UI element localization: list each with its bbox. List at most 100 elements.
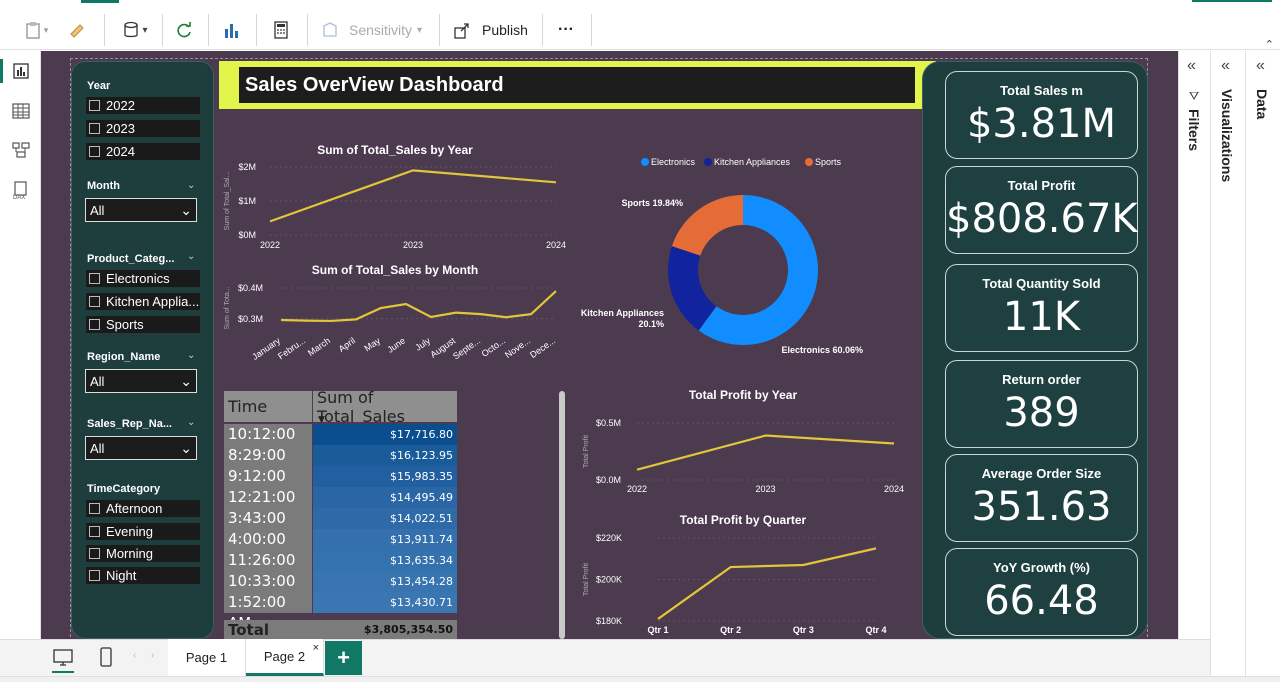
table-row[interactable]: 1:52:00 AM$13,430.71 [224,592,457,632]
x-tick-label: Qtr 3 [793,625,814,635]
kpi-card-value: 389 [1003,390,1080,436]
table-row[interactable]: 4:00:00 PM$13,911.74 [224,529,457,569]
sales-cell: $16,123.95 [313,445,457,466]
data-label: 20.1% [638,319,664,329]
table-row[interactable]: 10:12:00 AM$17,716.80 [224,424,457,464]
column-header-sales[interactable]: Sum of Total_Sales [313,388,457,426]
desktop-layout-icon[interactable] [52,648,74,668]
visualizations-pane[interactable]: « Visualizations [1210,51,1245,681]
kpi-card-title: Total Quantity Sold [982,276,1101,291]
sales-cell: $15,983.35 [313,466,457,487]
y-axis-label: Total Profit [583,435,590,468]
y-tick-label: $180K [596,616,622,626]
x-tick-label: 2024 [546,240,566,250]
filters-pane[interactable]: « ⛛ Filters [1178,51,1210,639]
total-label: Total [228,621,269,639]
x-tick-label: Qtr 2 [720,625,741,635]
y-tick-label: $0.4M [238,283,263,293]
header-label: Sum of Total_Sales [317,387,405,426]
kpi-card-title: Average Order Size [981,466,1102,481]
collapse-filters-icon[interactable]: « [1187,57,1196,75]
sales-by-time-table[interactable]: Time Sum of Total_Sales ▼ 10:12:00 AM$17… [224,388,457,639]
x-tick-label: 2023 [403,240,423,250]
kpi-card-title: Total Sales m [1000,83,1083,98]
series-line [280,290,557,323]
sales-by-year-chart[interactable]: Sum of Total_Sales by Year $0M $1M $2M Sum o… [224,143,566,250]
table-total-row: Total $3,805,354.50 [224,620,457,639]
table-row[interactable]: 10:33:00 PM$13,454.28 [224,571,457,611]
table-scrollbar[interactable] [559,391,565,639]
data-label: Sports 19.84% [621,198,683,208]
profit-by-quarter-chart[interactable]: Total Profit by Quarter $180K $200K $220K To… [583,513,887,635]
table-row[interactable]: 12:21:00 PM$14,495.49 [224,487,457,527]
legend-label: Sports [815,157,842,167]
y-axis-label: Sum of Tota... [224,286,231,329]
x-tick-label: 2022 [627,484,647,494]
time-cell: 12:21:00 PM [224,487,312,527]
active-layout-indicator [52,671,74,673]
kpi-card[interactable]: Total Profit $808.67K [945,166,1138,254]
y-axis-label: Total Profit [583,563,590,596]
prev-page-icon[interactable]: ‹ [133,650,136,661]
kpi-card-value: $3.81M [966,101,1117,147]
sales-by-month-chart[interactable]: Sum of Total_Sales by Month $0.3M $0.4M Sum… [224,263,557,362]
collapse-visualizations-icon[interactable]: « [1221,57,1230,75]
table-row[interactable]: 9:12:00 PM$15,983.35 [224,466,457,506]
legend-marker [704,158,712,166]
next-page-icon[interactable]: › [151,650,154,661]
mobile-layout-icon[interactable] [99,646,113,668]
kpi-card-value: $808.67K [946,196,1138,242]
time-cell: 9:12:00 PM [224,466,312,506]
tab-page-1[interactable]: Page 1 [168,639,246,676]
data-label[interactable]: Data [1254,89,1270,119]
time-cell: 10:33:00 PM [224,571,312,611]
y-tick-label: $0.5M [596,418,621,428]
legend-label: Kitchen Appliances [714,157,791,167]
visualizations-label[interactable]: Visualizations [1219,89,1235,182]
y-tick-label: $220K [596,533,622,543]
x-tick-label: Nove... [503,335,532,360]
sales-cell: $13,454.28 [313,571,457,592]
kpi-card[interactable]: Return order 389 [945,360,1138,448]
table-row[interactable]: 8:29:00 PM$16,123.95 [224,445,457,485]
data-pane[interactable]: « Data [1245,51,1280,681]
data-label: Kitchen Appliances [581,308,664,318]
legend-marker [641,158,649,166]
sales-cell: $13,911.74 [313,529,457,550]
tab-label: Page 1 [185,650,228,665]
profit-by-year-chart[interactable]: Total Profit by Year $0.0M $0.5M Total Prof… [583,388,904,494]
tab-page-2[interactable]: Page 2 × [246,639,324,676]
add-page-button[interactable]: + [325,641,362,675]
kpi-card[interactable]: Total Quantity Sold 11K [945,264,1138,352]
x-tick-label: June [385,335,407,354]
kpi-card[interactable]: YoY Growth (%) 66.48 [945,548,1138,636]
filters-label[interactable]: Filters [1186,109,1202,151]
series-line [269,169,557,223]
time-cell: 8:29:00 PM [224,445,312,485]
series-line [657,547,877,620]
kpi-card[interactable]: Average Order Size 351.63 [945,454,1138,542]
x-tick-label: Qtr 4 [865,625,886,635]
close-tab-icon[interactable]: × [313,642,319,654]
kpi-card[interactable]: Total Sales m $3.81M [945,71,1138,159]
x-tick-label: Septe... [451,335,482,361]
filter-icon: ⛛ [1189,89,1200,103]
column-header-time[interactable]: Time [224,391,312,422]
table-row[interactable]: 11:26:00 PM$13,635.34 [224,550,457,590]
x-tick-label: 2023 [755,484,775,494]
time-cell: 1:52:00 AM [224,592,312,632]
time-cell: 4:00:00 PM [224,529,312,569]
y-tick-label: $1M [238,196,256,206]
category-donut-chart[interactable]: Electronics Kitchen Appliances Sports Elect… [581,157,863,355]
sales-cell: $14,495.49 [313,487,457,508]
table-row[interactable]: 3:43:00 AM$14,022.51 [224,508,457,548]
y-tick-label: $200K [596,575,622,585]
x-tick-label: 2022 [260,240,280,250]
x-tick-label: March [306,335,332,358]
x-tick-label: January [250,335,282,362]
collapse-data-icon[interactable]: « [1256,57,1265,75]
kpi-card-value: 11K [1002,294,1081,340]
sales-cell: $14,022.51 [313,508,457,529]
kpi-card-title: Return order [1002,372,1081,387]
data-label: Electronics 60.06% [781,345,863,355]
